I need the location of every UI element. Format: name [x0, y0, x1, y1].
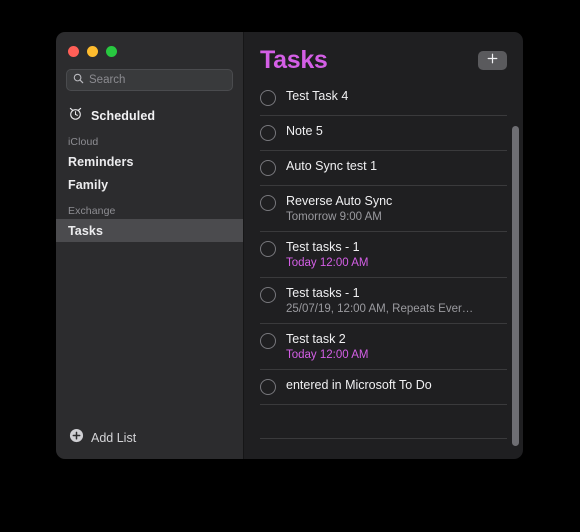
- task-due-date: 25/07/19, 12:00 AM, Repeats Ever…: [286, 302, 474, 315]
- task-title: Test task 2: [286, 331, 346, 346]
- task-list[interactable]: Test Task 4 Note 5 Auto Sync test 1 Reverse…: [244, 75, 523, 459]
- task-row[interactable]: Test task 2 Today 12:00 AM: [260, 324, 507, 370]
- minimize-button[interactable]: [87, 45, 98, 57]
- sidebar-item-reminders[interactable]: Reminders: [56, 150, 243, 173]
- task-complete-circle[interactable]: [260, 286, 276, 303]
- main-header: Tasks: [244, 32, 523, 75]
- task-text: Reverse Auto Sync Tomorrow 9:00 AM: [286, 194, 507, 224]
- task-text: Test tasks - 1 Today 12:00 AM: [286, 240, 507, 270]
- close-button[interactable]: [68, 45, 79, 57]
- smart-lists: Scheduled: [56, 105, 243, 127]
- task-row[interactable]: Reverse Auto Sync Tomorrow 9:00 AM: [260, 186, 507, 232]
- task-title: Test tasks - 1: [286, 239, 360, 254]
- task-title: Auto Sync test 1: [286, 158, 378, 173]
- task-row[interactable]: entered in Microsoft To Do: [260, 370, 507, 405]
- search-field[interactable]: [66, 69, 233, 91]
- search-input[interactable]: [89, 74, 226, 86]
- plus-circle-icon: [69, 428, 84, 448]
- add-list-button[interactable]: Add List: [56, 423, 243, 453]
- task-due-date: Today 12:00 AM: [286, 256, 369, 269]
- task-row[interactable]: Auto Sync test 1: [260, 151, 507, 186]
- scrollbar[interactable]: [512, 90, 519, 452]
- task-row[interactable]: Note 5: [260, 116, 507, 151]
- desktop-background: Scheduled iCloud Reminders Family Exchan…: [0, 0, 580, 532]
- task-text: Test tasks - 1 25/07/19, 12:00 AM, Repeat…: [286, 286, 507, 316]
- task-text: Note 5: [286, 124, 507, 139]
- task-due-date: Tomorrow 9:00 AM: [286, 210, 382, 223]
- sidebar-item-scheduled[interactable]: Scheduled: [64, 105, 235, 127]
- sidebar-item-label: Scheduled: [91, 109, 156, 123]
- task-row[interactable]: Test tasks - 1 Today 12:00 AM: [260, 232, 507, 278]
- task-row[interactable]: [260, 439, 507, 459]
- task-complete-circle[interactable]: [260, 378, 276, 395]
- task-row[interactable]: Test Task 4: [260, 81, 507, 116]
- sidebar-section-header-exchange: Exchange: [68, 205, 116, 217]
- task-complete-circle[interactable]: [260, 124, 276, 141]
- task-complete-circle[interactable]: [260, 240, 276, 257]
- add-list-label: Add List: [91, 431, 137, 445]
- task-complete-circle[interactable]: [260, 89, 276, 106]
- maximize-button[interactable]: [106, 45, 117, 57]
- task-complete-circle[interactable]: [260, 194, 276, 211]
- plus-icon: [486, 52, 499, 68]
- task-row[interactable]: Test tasks - 1 25/07/19, 12:00 AM, Repeat…: [260, 278, 507, 324]
- sidebar-section-header-icloud: iCloud: [68, 136, 99, 148]
- sidebar-item-tasks[interactable]: Tasks: [56, 219, 243, 242]
- task-title: Test Task 4: [286, 88, 349, 103]
- main-pane: Tasks Test Task 4 Note 5 Auto Sync test 1 R…: [244, 32, 523, 459]
- task-title: entered in Microsoft To Do: [286, 377, 432, 392]
- sidebar: Scheduled iCloud Reminders Family Exchan…: [56, 32, 244, 459]
- task-text: Test Task 4: [286, 89, 507, 104]
- task-text: Test task 2 Today 12:00 AM: [286, 332, 507, 362]
- search-icon: [73, 71, 84, 89]
- sidebar-item-family[interactable]: Family: [56, 173, 243, 196]
- task-title: Reverse Auto Sync: [286, 193, 393, 208]
- task-complete-circle[interactable]: [260, 332, 276, 349]
- task-complete-circle[interactable]: [260, 159, 276, 176]
- task-text: entered in Microsoft To Do: [286, 378, 507, 393]
- task-title: Note 5: [286, 123, 323, 138]
- task-text: Auto Sync test 1: [286, 159, 507, 174]
- scrollbar-thumb[interactable]: [512, 126, 519, 446]
- add-task-button[interactable]: [478, 50, 507, 70]
- page-title: Tasks: [260, 45, 328, 74]
- alarm-clock-icon: [68, 106, 83, 126]
- window-controls: [56, 32, 243, 60]
- task-row[interactable]: [260, 405, 507, 439]
- reminders-window: Scheduled iCloud Reminders Family Exchan…: [56, 32, 523, 459]
- task-due-date: Today 12:00 AM: [286, 348, 369, 361]
- task-title: Test tasks - 1: [286, 285, 360, 300]
